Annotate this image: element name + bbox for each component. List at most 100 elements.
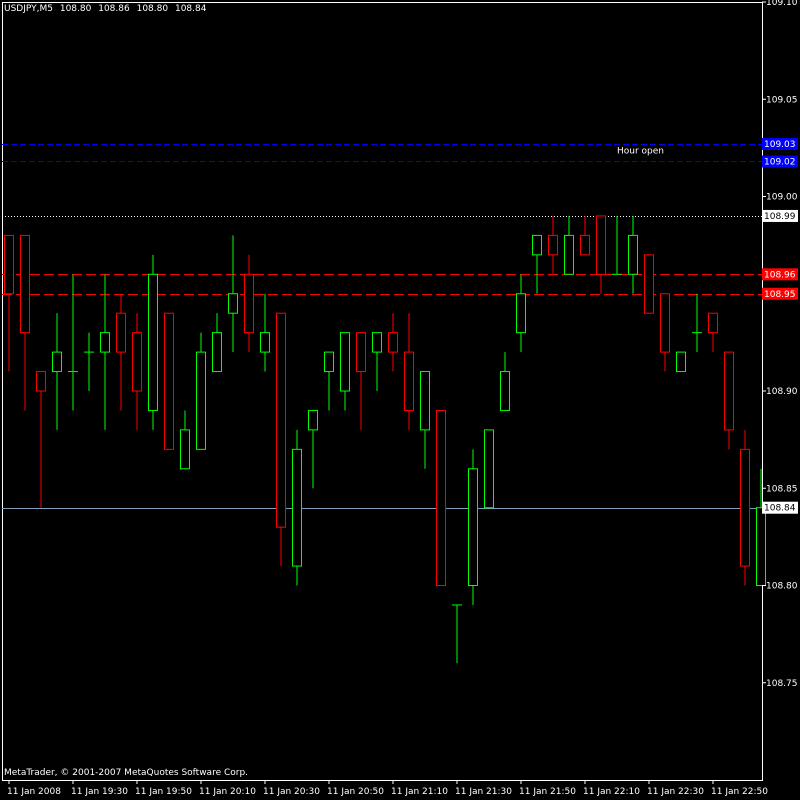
candle-bull — [196, 332, 206, 450]
candle-body — [500, 371, 510, 411]
candle-body — [484, 429, 494, 509]
candle-body — [132, 332, 142, 392]
candle-body — [180, 429, 190, 470]
price-marker-label: 109.03 — [764, 140, 796, 150]
y-tick-label: 108.85 — [766, 484, 798, 494]
x-tick-label: 11 Jan 20:30 — [263, 787, 320, 797]
x-tick-label: 11 Jan 21:50 — [519, 787, 576, 797]
candle-body — [644, 254, 654, 314]
candle-body — [596, 215, 606, 275]
candle-bull — [452, 604, 462, 664]
candle-body — [324, 351, 334, 373]
candle-bear — [644, 254, 654, 314]
candle-body — [100, 332, 110, 353]
candle-bear — [4, 234, 14, 372]
candle-bull — [180, 410, 190, 470]
candle-body — [308, 409, 318, 431]
candle-body — [20, 234, 30, 334]
candles — [4, 215, 766, 664]
candle-bear — [20, 234, 30, 411]
candle-bull — [692, 293, 702, 353]
candle-body — [468, 468, 478, 586]
candle-bear — [596, 215, 606, 294]
candle-bull — [372, 332, 382, 391]
candle-bull — [52, 313, 62, 430]
candle-body — [4, 234, 14, 295]
price-marker: 108.95 — [762, 287, 798, 300]
candle-bull — [484, 429, 494, 509]
candle-body — [436, 409, 446, 587]
candle-body — [356, 332, 366, 373]
candle-body — [260, 332, 270, 353]
candle-body — [756, 507, 766, 587]
price-chart[interactable]: 109.10 109.05 109.00 108.95 108.90 108.85 108.… — [0, 0, 800, 800]
candle-body — [212, 332, 222, 373]
x-tick-label: 11 Jan 22:30 — [647, 787, 704, 797]
candle-bull — [308, 409, 318, 489]
candle-body — [292, 448, 302, 567]
candle-body — [116, 312, 126, 353]
candle-bull — [516, 274, 526, 353]
candle-bear — [724, 351, 734, 450]
y-tick-label: 109.05 — [766, 95, 798, 105]
candle-body — [372, 332, 382, 353]
candle-bull — [500, 352, 510, 411]
candle-body — [660, 293, 670, 353]
candle-body — [340, 332, 350, 392]
candle-body — [420, 371, 430, 431]
copyright-text: MetaTrader, © 2001-2007 MetaQuotes Softw… — [4, 768, 249, 778]
candle-body — [564, 234, 574, 275]
plot-border — [2, 2, 763, 781]
candle-bear — [708, 312, 718, 353]
price-marker-label: 108.99 — [764, 212, 796, 222]
candle-bull — [84, 332, 94, 391]
price-marker-label: 108.96 — [764, 270, 796, 280]
annotations: Hour open — [617, 146, 664, 156]
x-tick-label: 11 Jan 2008 — [7, 787, 61, 797]
candle-body — [164, 312, 174, 450]
candle-bull — [340, 332, 350, 411]
y-tick-label: 109.00 — [766, 193, 798, 203]
y-tick-label: 109.10 — [766, 0, 798, 8]
x-tick-label: 11 Jan 22:10 — [583, 787, 640, 797]
candle-bear — [244, 254, 254, 353]
candle-bear — [548, 215, 558, 275]
annotation-text: Hour open — [617, 146, 664, 156]
candle-bull — [468, 449, 478, 605]
candle-bear — [660, 293, 670, 372]
candle-body — [196, 351, 206, 450]
time-axis: 11 Jan 2008 11 Jan 19:30 11 Jan 19:50 11 Ja… — [7, 780, 768, 797]
y-tick-label: 108.75 — [766, 679, 798, 689]
candle-body — [724, 351, 734, 431]
candle-body — [516, 293, 526, 334]
price-marker: 108.84 — [762, 501, 798, 514]
candle-bear — [404, 313, 414, 430]
x-tick-label: 11 Jan 22:50 — [711, 787, 768, 797]
candle-bear — [356, 332, 366, 430]
candle-bull — [260, 293, 270, 372]
price-marker: 108.96 — [762, 268, 798, 281]
x-tick-label: 11 Jan 21:30 — [455, 787, 512, 797]
candle-bull — [292, 429, 302, 586]
candle-bear — [132, 313, 142, 430]
chart-frame — [2, 2, 763, 781]
price-marker: 108.99 — [762, 209, 798, 222]
candle-body — [36, 371, 46, 392]
candle-bull — [628, 215, 638, 294]
candle-bear — [36, 371, 46, 508]
candle-bear — [164, 312, 174, 450]
candle-bull — [564, 215, 574, 275]
candle-body — [740, 448, 750, 567]
y-tick-label: 108.90 — [766, 387, 798, 397]
x-tick-label: 11 Jan 21:10 — [391, 787, 448, 797]
x-tick-label: 11 Jan 19:50 — [135, 787, 192, 797]
candle-bear — [116, 293, 126, 411]
candle-bull — [148, 254, 158, 430]
candle-body — [244, 273, 254, 334]
candle-body — [228, 293, 238, 314]
x-tick-label: 11 Jan 19:30 — [71, 787, 128, 797]
chart-window: USDJPY,M5 108.80 108.86 108.80 108.84 10… — [0, 0, 800, 800]
candle-bear — [436, 409, 446, 587]
candle-bear — [388, 313, 398, 372]
candle-body — [548, 234, 558, 256]
